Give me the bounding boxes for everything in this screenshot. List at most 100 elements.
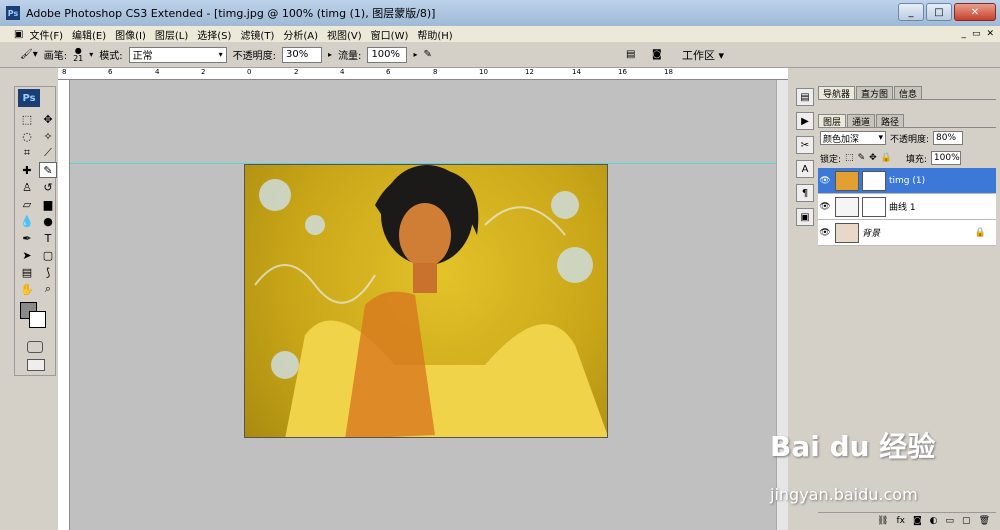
chevron-down-icon: ▾ [218,50,223,59]
zoom-tool-icon[interactable]: ⌕ [39,281,57,297]
palette-well-icon[interactable]: ▤ [626,49,635,60]
ruler-tick: 16 [618,68,627,76]
opacity-input[interactable]: 30% [282,46,323,63]
dodge-tool-icon[interactable]: ● [39,213,57,229]
maximize-button[interactable]: □ [926,3,952,21]
layer-row[interactable]: 👁 背景 🔒 [818,220,996,246]
history-brush-tool-icon[interactable]: ↺ [39,179,57,195]
opacity-slider-icon[interactable]: ▸ [328,50,332,59]
workspace-button[interactable]: 工作区 ▾ [682,47,724,63]
document-image[interactable] [244,164,608,438]
eyedropper-tool-icon[interactable]: ⟆ [39,264,57,280]
brush-tool-icon[interactable]: 🖌▾ [20,49,38,60]
lock-all-icon[interactable]: 🔒 [881,153,892,163]
menu-help[interactable]: 帮助(H) [417,27,452,42]
chevron-down-icon: ▾ [878,133,883,143]
lock-transparency-icon[interactable]: ⬚ [845,153,854,163]
layer-style-icon[interactable]: fx [896,516,905,526]
menu-window[interactable]: 窗口(W) [371,27,409,42]
screen-mode-icon[interactable] [27,359,45,371]
tab-layers[interactable]: 图层 [818,114,847,128]
tab-channels[interactable]: 通道 [847,114,876,128]
delete-layer-icon[interactable]: 🗑 [979,516,990,526]
doc-minimize-icon[interactable]: _ [961,29,966,39]
eye-icon[interactable]: 👁 [818,228,832,238]
actions-panel-icon[interactable]: ▶ [796,112,814,130]
healing-brush-tool-icon[interactable]: ✚ [18,162,36,178]
ps-menu-icon[interactable]: ▣ [14,29,23,40]
bridge-icon[interactable]: ◙ [652,49,662,60]
eye-icon[interactable]: 👁 [818,176,832,186]
ruler-tick: 2 [201,68,206,76]
eraser-tool-icon[interactable]: ▱ [18,196,36,212]
menu-filter[interactable]: 滤镜(T) [240,27,274,42]
crop-tool-icon[interactable]: ⌗ [18,145,36,161]
path-selection-tool-icon[interactable]: ➤ [18,247,36,263]
layer-row[interactable]: 👁 曲线 1 [818,194,996,220]
blend-mode-value: 颜色加深 [823,134,860,145]
tab-navigator[interactable]: 导航器 [818,86,856,100]
link-layers-icon[interactable]: ⛓ [877,516,888,526]
layer-comps-icon[interactable]: ▣ [796,208,814,226]
new-layer-icon[interactable]: ▢ [962,516,971,526]
marquee-tool-icon[interactable]: ⬚ [18,111,36,127]
layer-mask-thumbnail[interactable] [862,196,886,217]
brush-preset-picker[interactable]: ● 21 [73,46,83,63]
layer-row[interactable]: 👁 timg (1) [818,168,996,194]
paragraph-panel-icon[interactable]: ¶ [796,184,814,202]
fill-value: 100% [933,153,960,163]
doc-restore-icon[interactable]: ▭ [972,29,981,39]
menu-analysis[interactable]: 分析(A) [283,27,318,42]
layers-tabs: 图层 通道 路径 [818,114,996,128]
layer-opacity-input[interactable]: 80% [933,131,964,145]
clone-stamp-tool-icon[interactable]: ♙ [18,179,36,195]
flow-input[interactable]: 100% [367,46,408,63]
flow-value: 100% [371,49,401,60]
hand-tool-icon[interactable]: ✋ [18,281,36,297]
notes-tool-icon[interactable]: ▤ [18,264,36,280]
add-mask-icon[interactable]: ◙ [913,516,922,526]
layer-mask-thumbnail[interactable] [862,170,886,191]
menu-select[interactable]: 选择(S) [197,27,231,42]
brush-tool-icon[interactable]: ✎ [39,162,57,178]
adjustment-layer-icon[interactable]: ◐ [930,516,938,526]
minimize-button[interactable]: _ [898,3,924,21]
tab-histogram[interactable]: 直方图 [856,86,894,100]
slice-tool-icon[interactable]: ⟋ [39,145,57,161]
new-group-icon[interactable]: ▭ [946,516,955,526]
tab-info[interactable]: 信息 [894,86,923,100]
tool-presets-icon[interactable]: ✂ [796,136,814,154]
lock-position-icon[interactable]: ✥ [869,153,877,163]
character-panel-icon[interactable]: A [796,160,814,178]
airbrush-icon[interactable]: ✎ [423,49,431,60]
history-panel-icon[interactable]: ▤ [796,88,814,106]
mode-select[interactable]: 正常 ▾ [128,46,227,63]
quick-mask-icon[interactable] [27,341,43,353]
eye-icon[interactable]: 👁 [818,202,832,212]
shape-tool-icon[interactable]: ▢ [39,247,57,263]
move-tool-icon[interactable]: ✥ [39,111,57,127]
ruler-tick: 4 [340,68,345,76]
pen-tool-icon[interactable]: ✒ [18,230,36,246]
blend-mode-select[interactable]: 颜色加深 ▾ [820,131,886,145]
gradient-tool-icon[interactable]: ▆ [39,196,57,212]
doc-close-icon[interactable]: ✕ [986,29,994,39]
menu-view[interactable]: 视图(V) [327,27,362,42]
menu-bar: ▣ 文件(F) 编辑(E) 图像(I) 图层(L) 选择(S) 滤镜(T) 分析… [0,26,1000,42]
lasso-tool-icon[interactable]: ◌ [18,128,36,144]
background-color-swatch[interactable] [29,311,46,328]
brush-dropdown-icon[interactable]: ▾ [89,50,93,59]
lock-pixels-icon[interactable]: ✎ [858,153,866,163]
menu-image[interactable]: 图像(I) [115,27,146,42]
menu-edit[interactable]: 编辑(E) [72,27,106,42]
navigator-tabs: 导航器 直方图 信息 [818,86,996,100]
close-button[interactable]: ✕ [954,3,996,21]
type-tool-icon[interactable]: T [39,230,57,246]
flow-slider-icon[interactable]: ▸ [413,50,417,59]
menu-file[interactable]: 文件(F) [29,27,63,42]
magic-wand-tool-icon[interactable]: ✧ [39,128,57,144]
fill-input[interactable]: 100% [930,151,961,165]
tab-paths[interactable]: 路径 [876,114,905,128]
blur-tool-icon[interactable]: 💧 [18,213,36,229]
menu-layer[interactable]: 图层(L) [155,27,188,42]
